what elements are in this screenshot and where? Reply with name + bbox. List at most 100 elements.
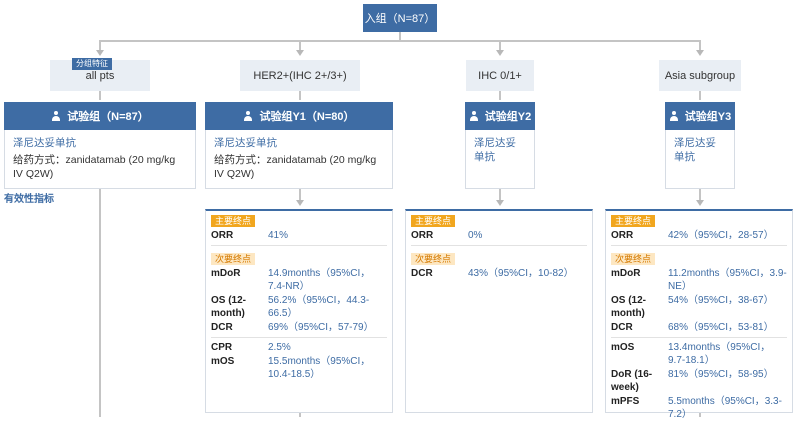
results-panel-y1: 主要终点 ORR 41% 次要终点 mDoR 14.9months（95%CI，7.… — [205, 209, 393, 413]
result-key: OS (12-month) — [611, 295, 647, 319]
results-panel-y2: 主要终点 ORR 0% 次要终点 DCR 43%（95%CI，10-82） — [405, 209, 593, 413]
result-value: 2.5% — [268, 342, 291, 353]
result-key: mOS — [211, 356, 235, 367]
secondary-endpoint-badge: 次要终点 — [411, 253, 456, 265]
divider — [411, 245, 587, 246]
arrow-icon — [496, 200, 504, 206]
arm-header: 试验组Y1（N=80） — [205, 102, 393, 130]
arm-header: 试验组Y3 — [665, 102, 735, 130]
connector-line — [99, 91, 101, 100]
result-value: 69%（95%CI，57-79） — [268, 322, 374, 333]
result-value: 54%（95%CI，38-67） — [668, 295, 774, 306]
dose-text: 给药方式：zanidatamab (20 mg/kg IV Q2W) — [13, 154, 176, 180]
subgroup-label: HER2+(IHC 2+/3+) — [253, 69, 347, 82]
arrow-icon — [296, 200, 304, 206]
person-icon — [669, 111, 679, 121]
result-row: mDoR 14.9months（95%CI，7.4-NR） — [206, 267, 392, 293]
person-icon — [469, 111, 479, 121]
connector-line — [499, 91, 501, 100]
person-icon — [243, 111, 253, 121]
arm-body: 泽尼达妥单抗 给药方式：zanidatamab (20 mg/kg IV Q2W… — [205, 130, 393, 189]
arrow-icon — [496, 50, 504, 56]
connector-line — [299, 413, 301, 417]
result-value: 42%（95%CI，28-57） — [668, 230, 774, 241]
drug-name: 泽尼达妥单抗 — [13, 137, 76, 149]
subgroup-label: all pts — [85, 69, 115, 82]
result-key: CPR — [211, 342, 233, 353]
result-row: OS (12-month) 54%（95%CI，38-67） — [606, 294, 792, 320]
arm-title: 试验组Y1（N=80） — [259, 111, 355, 123]
result-row: CPR 2.5% — [206, 341, 392, 354]
result-key: mDoR — [211, 268, 241, 279]
result-value: 43%（95%CI，10-82） — [468, 268, 574, 279]
result-value: 81%（95%CI，58-95） — [668, 369, 774, 380]
subgroup-ihc: IHC 0/1+ — [466, 60, 534, 91]
connector-line — [99, 189, 101, 417]
primary-endpoint-badge: 主要终点 — [411, 215, 456, 227]
root-node: 入组（N=87） — [363, 4, 437, 32]
result-value: 13.4months（95%CI，9.7-18.1） — [668, 342, 771, 366]
arm-header: 试验组Y2 — [465, 102, 535, 130]
result-value: 56.2%（95%CI，44.3-66.5） — [268, 295, 370, 319]
result-row: DCR 68%（95%CI，53-81） — [606, 321, 792, 334]
arm-body: 泽尼达妥单抗 给药方式：zanidatamab (20 mg/kg IV Q2W… — [4, 130, 196, 189]
subgroup-label: Asia subgroup — [664, 69, 736, 82]
arrow-icon — [696, 200, 704, 206]
divider — [211, 245, 387, 246]
result-value: 41% — [268, 230, 289, 241]
divider — [611, 245, 787, 246]
arrow-icon — [696, 50, 704, 56]
result-key: mOS — [611, 342, 635, 353]
arm-header: 试验组（N=87） — [4, 102, 196, 130]
arrow-icon — [96, 50, 104, 56]
connector-line — [699, 91, 701, 100]
arm-body: 泽尼达妥单抗 — [465, 130, 535, 189]
primary-endpoint-badge: 主要终点 — [211, 215, 256, 227]
arrow-icon — [296, 50, 304, 56]
arm-title: 试验组（N=87） — [67, 111, 149, 123]
subgroup-her2: HER2+(IHC 2+/3+) — [240, 60, 360, 91]
root-label: 入组（N=87） — [364, 13, 436, 25]
divider — [211, 337, 387, 338]
subgroup-asia: Asia subgroup — [659, 60, 741, 91]
efficacy-label: 有效性指标 — [4, 194, 54, 205]
drug-name: 泽尼达妥单抗 — [674, 137, 716, 163]
result-value: 0% — [468, 230, 483, 241]
result-row: ORR 41% — [206, 229, 392, 242]
result-key: DCR — [411, 268, 433, 279]
result-row: DoR (16-week) 81%（95%CI，58-95） — [606, 368, 792, 394]
result-value: 68%（95%CI，53-81） — [668, 322, 774, 333]
arm-body: 泽尼达妥单抗 — [665, 130, 735, 189]
person-icon — [51, 111, 61, 121]
secondary-endpoint-badge: 次要终点 — [611, 253, 656, 265]
result-row: mOS 13.4months（95%CI，9.7-18.1） — [606, 341, 792, 367]
result-key: DCR — [211, 322, 233, 333]
result-row: OS (12-month) 56.2%（95%CI，44.3-66.5） — [206, 294, 392, 320]
result-row: mOS 15.5months（95%CI，10.4-18.5） — [206, 355, 392, 381]
secondary-endpoint-badge: 次要终点 — [211, 253, 256, 265]
result-value: 5.5months（95%CI，3.3-7.2） — [668, 396, 782, 420]
result-key: mDoR — [611, 268, 641, 279]
result-key: ORR — [611, 230, 634, 241]
result-value: 14.9months（95%CI，7.4-NR） — [268, 268, 371, 292]
result-key: mPFS — [611, 396, 640, 407]
group-feature-tag: 分组特征 — [72, 58, 112, 70]
result-row: ORR 42%（95%CI，28-57） — [606, 229, 792, 242]
result-row: ORR 0% — [406, 229, 592, 242]
result-value: 11.2months（95%CI，3.9-NE） — [668, 268, 787, 292]
result-row: mDoR 11.2months（95%CI，3.9-NE） — [606, 267, 792, 293]
result-row: DCR 69%（95%CI，57-79） — [206, 321, 392, 334]
drug-name: 泽尼达妥单抗 — [214, 137, 277, 149]
connector-line — [299, 91, 301, 100]
divider — [611, 337, 787, 338]
result-row: mPFS 5.5months（95%CI，3.3-7.2） — [606, 395, 792, 421]
result-key: ORR — [211, 230, 234, 241]
subgroup-label: IHC 0/1+ — [478, 69, 522, 82]
drug-name: 泽尼达妥单抗 — [474, 137, 516, 163]
result-row: DCR 43%（95%CI，10-82） — [406, 267, 592, 280]
primary-endpoint-badge: 主要终点 — [611, 215, 656, 227]
result-key: DoR (16-week) — [611, 369, 653, 393]
result-key: ORR — [411, 230, 434, 241]
dose-text: 给药方式：zanidatamab (20 mg/kg IV Q2W) — [214, 154, 377, 180]
connector-line — [99, 40, 701, 42]
